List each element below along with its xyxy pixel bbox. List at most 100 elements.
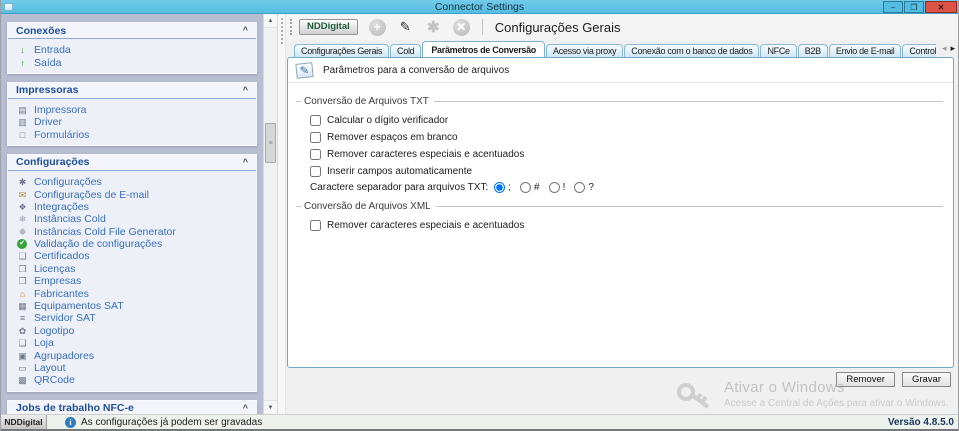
connector-settings-window: Connector Settings – ❐ ✕ Conexões ^ ↓ En…: [0, 0, 959, 431]
collapse-icon[interactable]: ^: [243, 26, 248, 35]
statusbar-brand: NDDigital: [1, 415, 47, 429]
sidebar-section-conexoes: Conexões ^ ↓ Entrada ↑ Saída: [7, 22, 257, 74]
radio-separador-exclamacao[interactable]: [548, 182, 560, 193]
sidebar-item-licencas[interactable]: ❐ Licenças: [8, 263, 256, 275]
add-icon[interactable]: +: [368, 18, 386, 36]
status-message: As configurações já podem ser gravadas: [81, 416, 263, 428]
windows-key-icon: [677, 383, 710, 409]
servidor-sat-icon: ≡: [19, 313, 26, 324]
maximize-button[interactable]: ❐: [904, 1, 924, 13]
section-header-jobs-nfce[interactable]: Jobs de trabalho NFC-e ^: [8, 400, 256, 414]
radio-option[interactable]: ;: [494, 182, 511, 193]
page-title: Configurações Gerais: [494, 19, 621, 35]
configuracoes-icon: ✱: [18, 177, 27, 188]
sidebar-item-instancias-cold-file-generator[interactable]: ❅ Instâncias Cold File Generator: [8, 226, 256, 238]
checkbox-row[interactable]: Calcular o dígito verificador: [310, 114, 943, 126]
scrollbar-track[interactable]: ≡: [264, 28, 277, 400]
sidebar-item-driver[interactable]: ▥ Driver: [8, 116, 256, 128]
checkbox-remover-espacos-em-branco[interactable]: [310, 131, 321, 143]
close-circle-icon[interactable]: ✕: [452, 18, 470, 36]
tab-conexao-com-o-banco-de-dados[interactable]: Conexão com o banco de dados: [624, 44, 760, 57]
splitter-handle[interactable]: [278, 14, 286, 414]
checkbox-row[interactable]: Remover espaços em branco: [310, 131, 943, 143]
gear-icon[interactable]: ✱: [425, 19, 442, 36]
sidebar-item-loja[interactable]: ❑ Loja: [8, 337, 256, 349]
toolbar-separator: [481, 19, 483, 35]
sidebar: Conexões ^ ↓ Entrada ↑ Saída Impressoras…: [1, 14, 263, 414]
radio-separador-ponto-e-virgula[interactable]: [494, 182, 506, 193]
tab-scroll-right-icon[interactable]: ▸: [950, 43, 955, 54]
close-button[interactable]: ✕: [925, 1, 957, 13]
tab-strip: Configurações Gerais Cold Parâmetros de …: [286, 40, 958, 57]
layout-icon: ▭: [18, 363, 27, 373]
minimize-button[interactable]: –: [883, 1, 903, 13]
scrollbar-thumb[interactable]: ≡: [265, 123, 276, 163]
sidebar-item-logotipo[interactable]: ✿ Logotipo: [8, 325, 256, 337]
group-conversao-arquivos-txt: Conversão de Arquivos TXT Calcular o díg…: [296, 96, 943, 193]
sidebar-item-empresas[interactable]: ❒ Empresas: [8, 275, 256, 287]
tab-b2b[interactable]: B2B: [797, 44, 828, 57]
sidebar-item-servidor-sat[interactable]: ≡ Servidor SAT: [8, 312, 256, 324]
checkbox-row[interactable]: Remover caracteres especiais e acentuado…: [310, 219, 943, 231]
radio-separador-cerquilha[interactable]: [520, 182, 532, 193]
sidebar-item-instancias-cold[interactable]: ❄ Instâncias Cold: [8, 213, 256, 225]
tab-configuracoes-gerais[interactable]: Configurações Gerais: [294, 44, 390, 57]
watermark-subtitle: Acesse a Central de Ações para ativar o …: [724, 398, 949, 409]
radio-option[interactable]: !: [548, 182, 565, 193]
sidebar-item-layout[interactable]: ▭ Layout: [8, 362, 256, 374]
bottom-action-area: Remover Gravar Ativar o Windows Acesse a…: [286, 368, 958, 414]
radio-option[interactable]: #: [520, 182, 540, 193]
collapse-icon[interactable]: ^: [243, 157, 248, 167]
info-icon: i: [65, 416, 76, 428]
fabricantes-icon: ⌂: [19, 288, 26, 299]
checkbox-calcular-digito-verificador[interactable]: [310, 114, 321, 126]
sidebar-item-qrcode[interactable]: ▩ QRCode: [8, 374, 256, 386]
collapse-icon[interactable]: ^: [243, 403, 248, 413]
radio-separador-interrogacao[interactable]: [574, 182, 586, 193]
tab-parametros-de-conversao[interactable]: Parâmetros de Conversão: [422, 41, 546, 57]
sidebar-item-equipamentos-sat[interactable]: ▦ Equipamentos SAT: [8, 300, 256, 312]
sidebar-item-configuracoes[interactable]: ✱ Configurações: [8, 176, 256, 188]
sidebar-section-jobs-nfce: Jobs de trabalho NFC-e ^: [7, 399, 257, 414]
content-panel: ✎ Parâmetros para a conversão de arquivo…: [287, 57, 954, 368]
section-header-conexoes[interactable]: Conexões ^: [8, 23, 256, 39]
collapse-icon[interactable]: ^: [243, 85, 248, 95]
tab-envio-de-email[interactable]: Envio de E-mail: [828, 44, 902, 57]
agrupadores-icon: ▣: [18, 350, 27, 361]
watermark-title: Ativar o Windows: [724, 379, 845, 396]
window-title: Connector Settings: [434, 0, 525, 13]
sidebar-item-integracoes[interactable]: ❖ Integrações: [8, 201, 256, 213]
integracoes-icon: ❖: [18, 201, 27, 212]
tab-nfce[interactable]: NFCe: [760, 44, 797, 57]
sidebar-item-impressora[interactable]: ▤ Impressora: [8, 104, 256, 116]
checkbox-inserir-campos-automaticamente[interactable]: [310, 165, 321, 177]
toolbar-grip[interactable]: [290, 19, 294, 35]
checkbox-row[interactable]: Inserir campos automaticamente: [310, 165, 943, 177]
sidebar-item-certificados[interactable]: ❏ Certificados: [8, 250, 256, 262]
sidebar-item-entrada[interactable]: ↓ Entrada: [8, 44, 256, 56]
sidebar-section-configuracoes: Configurações ^ ✱ Configurações ✉ Config…: [7, 153, 257, 392]
scrollbar-up-button[interactable]: ▲: [264, 14, 277, 28]
tab-controle-de-numeracao[interactable]: Controle de numeração: [902, 44, 936, 57]
section-header-impressoras[interactable]: Impressoras ^: [8, 82, 256, 99]
sidebar-item-validacao-de-configuracoes[interactable]: ✔ Validação de configurações: [8, 238, 256, 250]
checkbox-remover-caracteres-especiais[interactable]: [310, 148, 321, 160]
checkbox-xml-remover-caracteres-especiais[interactable]: [310, 219, 321, 231]
checkbox-row[interactable]: Remover caracteres especiais e acentuado…: [310, 148, 943, 160]
title-bar: Connector Settings – ❐ ✕: [1, 0, 958, 14]
sidebar-item-fabricantes[interactable]: ⌂ Fabricantes: [8, 287, 256, 300]
nddigital-button[interactable]: NDDigital: [299, 19, 358, 35]
separator-option-row: Caractere separador para arquivos TXT: ;: [310, 182, 943, 193]
scrollbar-down-button[interactable]: ▼: [264, 400, 277, 414]
tab-cold[interactable]: Cold: [390, 44, 422, 57]
tab-scroll-left-icon[interactable]: ◂: [942, 43, 947, 54]
sidebar-item-formularios[interactable]: □ Formulários: [8, 129, 256, 141]
sidebar-item-saida[interactable]: ↑ Saída: [8, 56, 256, 69]
saida-icon: ↑: [20, 57, 25, 68]
edit-icon[interactable]: ✎: [397, 19, 414, 36]
sidebar-item-configuracoes-de-email[interactable]: ✉ Configurações de E-mail: [8, 188, 256, 201]
tab-acesso-via-proxy[interactable]: Acesso via proxy: [546, 44, 624, 57]
section-header-configuracoes[interactable]: Configurações ^: [8, 154, 256, 171]
sidebar-item-agrupadores[interactable]: ▣ Agrupadores: [8, 349, 256, 362]
radio-option[interactable]: ?: [574, 182, 594, 193]
